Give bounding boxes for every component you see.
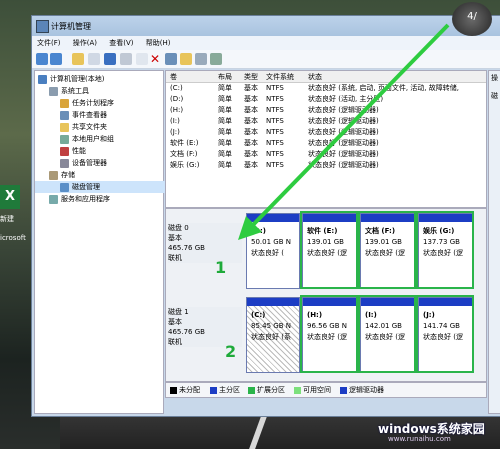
annotation-number-2: 2 [225,342,237,361]
green-arrow-shaft [248,23,450,230]
watermark-url: www.runaihu.com [388,435,451,443]
annotation-overlay [238,23,450,240]
annotation-number-1: 1 [215,258,227,277]
